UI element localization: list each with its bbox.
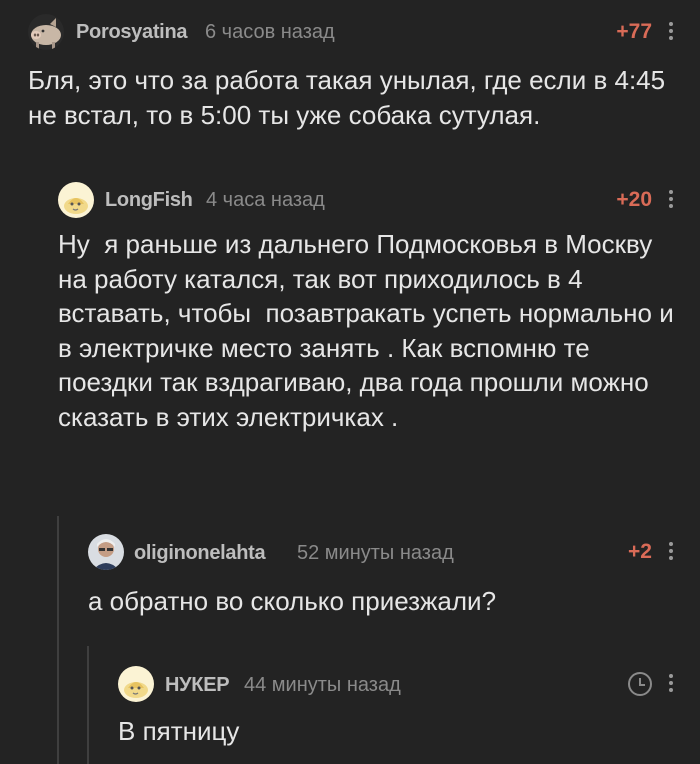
default-avatar[interactable]	[118, 666, 154, 702]
rating: +2	[628, 540, 652, 563]
more-options-icon[interactable]	[669, 674, 673, 695]
username[interactable]: LongFish	[105, 189, 193, 212]
comment-text: Ну я раньше из дальнего Подмосковья в Мо…	[58, 229, 681, 432]
username[interactable]: oliginonelahta	[134, 542, 266, 565]
comment-text: Бля, это что за работа такая унылая, где…	[28, 65, 673, 130]
comment-longfish: LongFish 4 часа назад +20 Ну я раньше из…	[0, 174, 700, 516]
more-options-icon[interactable]	[669, 542, 673, 563]
username[interactable]: НУКЕР	[165, 674, 230, 697]
timestamp[interactable]: 4 часа назад	[206, 189, 325, 212]
comment-text: В пятницу	[118, 716, 240, 746]
timestamp[interactable]: 6 часов назад	[205, 21, 335, 44]
rating: +77	[616, 20, 652, 43]
username[interactable]: Porosyatina	[76, 21, 187, 44]
comment-porosyatina: Porosyatina 6 часов назад +77 Бля, это ч…	[0, 0, 700, 145]
timestamp[interactable]: 44 минуты назад	[244, 674, 401, 697]
pig-avatar[interactable]	[28, 14, 64, 50]
photo-avatar[interactable]	[88, 534, 124, 570]
clock-icon[interactable]	[628, 672, 652, 696]
comment-text: а обратно во сколько приезжали?	[88, 586, 497, 616]
rating: +20	[616, 188, 652, 211]
timestamp[interactable]: 52 минуты назад	[297, 542, 454, 565]
comment-header: Porosyatina 6 часов назад +77	[0, 0, 700, 50]
comment-oliginonelahta: oliginonelahta 52 минуты назад +2 а обра…	[0, 516, 700, 646]
comment-nuker: НУКЕР 44 минуты назад В пятницу	[0, 646, 700, 764]
more-options-icon[interactable]	[669, 190, 673, 211]
default-avatar[interactable]	[58, 182, 94, 218]
more-options-icon[interactable]	[669, 22, 673, 43]
